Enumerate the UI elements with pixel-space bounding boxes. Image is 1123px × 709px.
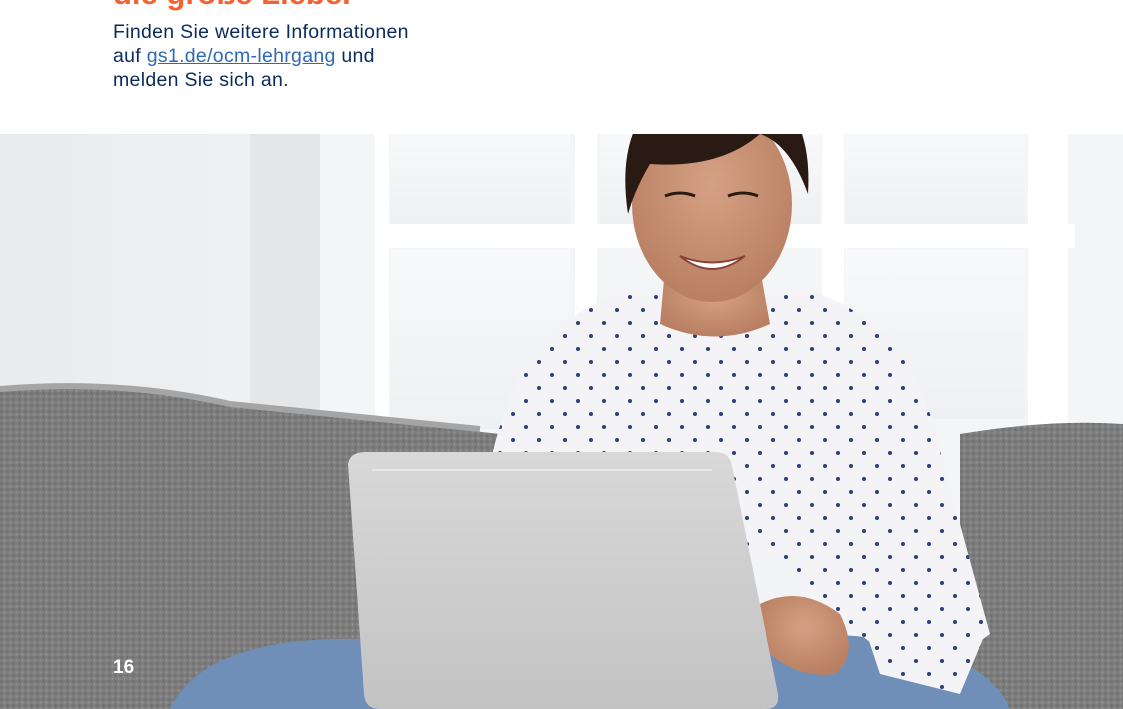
info-line-2-prefix: auf <box>113 45 147 67</box>
page-number: 16 <box>113 657 135 678</box>
info-line-2-suffix: und <box>335 45 375 67</box>
info-paragraph: Finden Sie weitere Informationen auf gs1… <box>113 20 533 92</box>
registration-link[interactable]: gs1.de/ocm-lehrgang <box>147 45 336 67</box>
section-heading: die große Liebe. <box>113 0 351 9</box>
info-line-1: Finden Sie weitere Informationen <box>113 21 409 43</box>
info-line-3: melden Sie sich an. <box>113 69 289 91</box>
woman-with-laptop-photo <box>0 134 1123 709</box>
